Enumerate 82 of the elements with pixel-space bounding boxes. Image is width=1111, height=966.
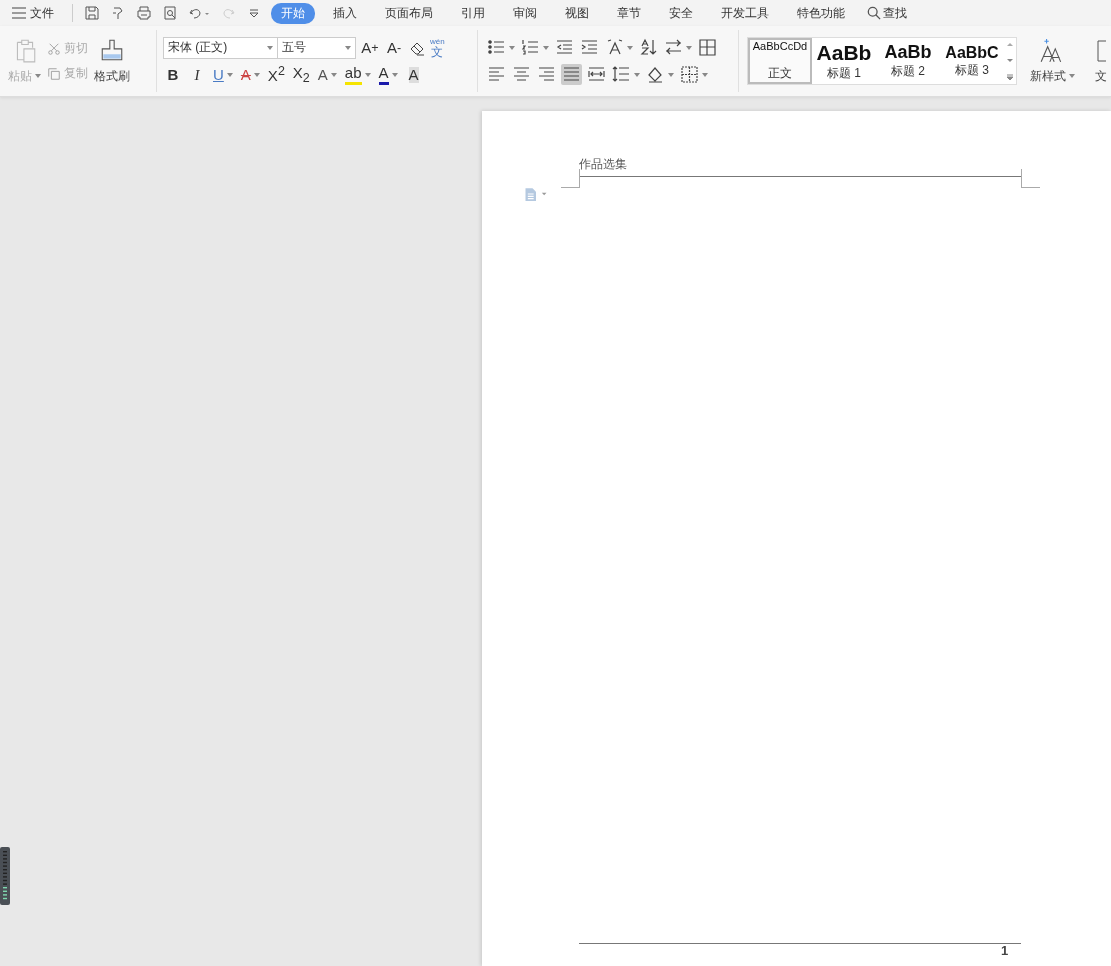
style-preset[interactable]: AaBb 标题 1 [812,38,876,84]
copy-icon [47,66,61,81]
bullets-icon [487,38,506,57]
menu-tab[interactable]: 插入 [323,2,367,24]
caret-icon [391,73,398,77]
menu-tab[interactable]: 特色功能 [787,2,855,24]
caret-icon [543,45,549,50]
menu-tab[interactable]: 引用 [451,2,495,24]
font-format-button[interactable]: X$^{2}$ [265,65,287,85]
indent-icon [580,38,599,57]
caret-icon [35,74,41,78]
menu-tab[interactable]: 页面布局 [375,2,443,24]
font-format-button[interactable]: A [315,66,339,84]
table-icon [698,38,717,57]
font-format-button[interactable]: A [376,65,400,85]
caret-icon [686,45,692,50]
justify-button[interactable] [561,64,582,85]
new-style-button[interactable]: 新样式 [1029,67,1075,85]
style-preset[interactable]: AaBbC 标题 3 [940,38,1004,84]
font-format-button[interactable]: B [163,66,183,84]
caret-icon [627,45,633,50]
phonetic-guide-button[interactable]: wén 文 [430,37,445,58]
style-preset[interactable]: AaBb 标题 2 [876,38,940,84]
font-format-button[interactable]: U [211,66,235,84]
expand-icon[interactable] [1006,74,1014,82]
menu-tab[interactable]: 视图 [555,2,599,24]
file-menu[interactable]: 文件 [12,4,72,22]
crop-mark [1021,169,1040,188]
scroll-down-icon[interactable] [1006,57,1014,65]
caret-icon [702,72,708,77]
font-name-dropdown[interactable]: 宋体 (正文) [163,36,278,59]
numbering-icon [521,38,540,57]
caret-icon [345,45,351,50]
caret-icon [330,73,337,77]
menu-tab[interactable]: 审阅 [503,2,547,24]
sort-icon [639,38,658,57]
header-text[interactable]: 作品选集 [579,157,627,171]
border-icon [680,65,699,84]
table-button[interactable] [697,37,718,58]
caret-icon [634,72,640,77]
sort-button[interactable] [638,37,659,58]
font-format-button[interactable]: A [238,66,262,84]
font-format-button[interactable]: X$_{2}$ [290,64,312,86]
level-meter-icon [0,847,10,905]
align-center-icon [512,65,531,84]
print-preview-icon[interactable] [162,5,178,21]
line-spacing-icon [612,65,631,84]
caret-icon [226,73,233,77]
caret-icon [668,72,674,77]
caret-icon [509,45,515,50]
caret-icon [364,73,371,77]
caret-icon [253,73,260,77]
search-icon [867,6,881,20]
font-size-dropdown[interactable]: 五号 [277,36,356,59]
numbering-button[interactable] [520,37,550,58]
scissors-icon [47,41,61,56]
page-number: 1 [1001,943,1009,958]
scroll-up-icon[interactable] [1006,40,1014,48]
style-preset[interactable]: AaBbCcDd 正文 [748,38,812,84]
align-left-icon [487,65,506,84]
spacing-icon [664,38,683,57]
menu-tab[interactable]: 章节 [607,2,651,24]
font-format-button[interactable]: I [187,66,207,84]
border-button[interactable] [679,64,709,85]
save-icon[interactable] [84,5,100,21]
outdent-icon [555,38,574,57]
format-painter-button[interactable]: 格式刷 [94,67,130,85]
crop-mark [561,169,580,188]
search-button[interactable]: 查找 [867,4,907,22]
menu-icon [12,7,26,19]
shading-icon [646,65,665,84]
align-right-icon [537,65,556,84]
toolbar-label: 文 [1095,67,1107,85]
menu-tab[interactable]: 安全 [659,2,703,24]
distribute-icon [587,65,606,84]
text-direction-icon [605,38,624,57]
caret-icon [1068,74,1075,78]
print-icon[interactable] [136,5,152,21]
justify-icon [562,65,581,84]
menu-tab[interactable]: 开发工具 [711,2,779,24]
caret-icon [267,45,273,50]
font-format-button[interactable]: ab [342,65,373,85]
